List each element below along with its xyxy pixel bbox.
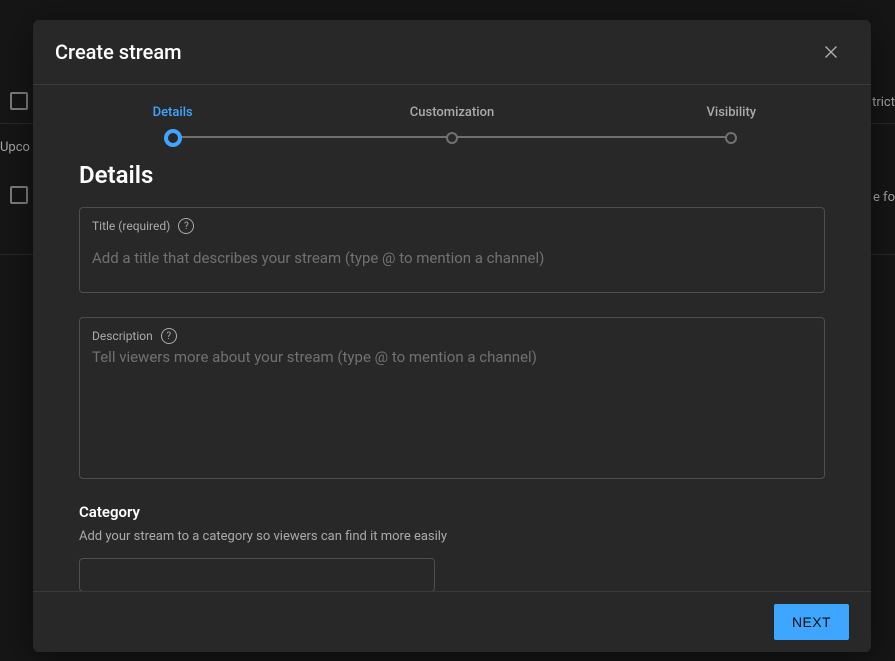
bg-text-right2: e fo bbox=[873, 190, 895, 205]
modal-footer: NEXT bbox=[33, 591, 871, 652]
help-icon[interactable]: ? bbox=[161, 328, 177, 344]
title-input[interactable] bbox=[92, 238, 812, 278]
stepper-line-2 bbox=[453, 136, 733, 138]
create-stream-modal: Create stream Details Customization Visi… bbox=[33, 20, 871, 652]
modal-header: Create stream bbox=[33, 20, 871, 85]
category-select[interactable] bbox=[79, 558, 435, 591]
bg-text-right1: trict bbox=[872, 95, 895, 110]
next-button[interactable]: NEXT bbox=[774, 604, 849, 640]
help-icon[interactable]: ? bbox=[178, 218, 194, 234]
step-details-label: Details bbox=[153, 105, 193, 120]
step-details[interactable]: Details bbox=[33, 105, 312, 147]
step-circle bbox=[725, 132, 737, 144]
description-label: Description bbox=[92, 329, 153, 343]
upcoming-label: Upco bbox=[0, 140, 30, 155]
details-heading: Details bbox=[79, 161, 825, 189]
step-circle-active bbox=[164, 129, 182, 147]
category-heading: Category bbox=[79, 503, 825, 521]
modal-body[interactable]: Details Title (required) ? Description ?… bbox=[33, 155, 871, 591]
step-visibility[interactable]: Visibility bbox=[592, 105, 871, 144]
step-customization[interactable]: Customization bbox=[312, 105, 591, 144]
category-description: Add your stream to a category so viewers… bbox=[79, 529, 825, 544]
step-visibility-label: Visibility bbox=[706, 105, 756, 120]
description-input[interactable] bbox=[92, 348, 812, 438]
close-button[interactable] bbox=[813, 34, 849, 70]
stepper-line-1 bbox=[173, 136, 453, 138]
description-input-group[interactable]: Description ? bbox=[79, 317, 825, 479]
bg-checkbox-2[interactable] bbox=[10, 186, 28, 204]
bg-checkbox[interactable] bbox=[10, 92, 28, 110]
stepper: Details Customization Visibility bbox=[33, 85, 871, 155]
modal-title: Create stream bbox=[55, 40, 182, 64]
close-icon bbox=[820, 41, 842, 63]
step-circle bbox=[446, 132, 458, 144]
title-label: Title (required) bbox=[92, 219, 170, 233]
title-input-group[interactable]: Title (required) ? bbox=[79, 207, 825, 293]
step-customization-label: Customization bbox=[410, 105, 494, 120]
